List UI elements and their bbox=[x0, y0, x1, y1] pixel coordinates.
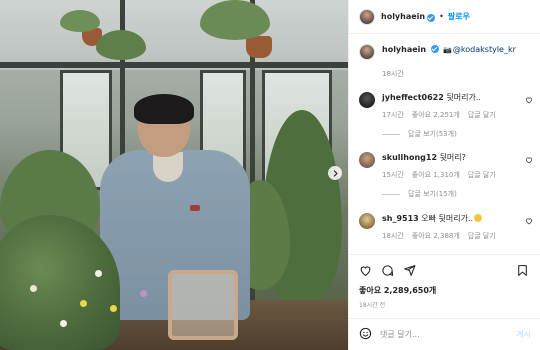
username-link[interactable]: holyhaein bbox=[381, 12, 425, 21]
flower bbox=[60, 320, 67, 327]
view-replies-button[interactable]: 답글 보기(15개) bbox=[382, 189, 535, 199]
heart-icon[interactable] bbox=[525, 96, 533, 104]
comment-username[interactable]: sh_9513 bbox=[382, 214, 419, 223]
post-comment-button[interactable]: 게시 bbox=[516, 329, 531, 340]
person-hair bbox=[134, 94, 194, 124]
flower bbox=[140, 290, 147, 297]
post-sidebar: holyhaein • 팔로우 holyhaein 📷@kodakstyle_k… bbox=[348, 0, 540, 350]
view-replies-button[interactable]: 답글 보기(53개) bbox=[382, 129, 535, 139]
hanging-plant bbox=[96, 30, 146, 60]
comment-item: sh_9513 오빠 뒷머리가.. 18시간 좋아요 2,388개 답글 달기 bbox=[359, 213, 535, 241]
smiley-icon bbox=[359, 327, 372, 340]
view-replies-label: 답글 보기(53개) bbox=[408, 130, 457, 138]
comment-likes[interactable]: 좋아요 2,388개 bbox=[412, 231, 460, 241]
chevron-right-icon bbox=[333, 169, 338, 177]
replies-divider bbox=[382, 193, 400, 195]
follow-button[interactable]: 팔로우 bbox=[448, 11, 470, 22]
avatar[interactable] bbox=[359, 152, 375, 168]
share-icon[interactable] bbox=[403, 264, 416, 277]
greenhouse-frame bbox=[0, 62, 348, 68]
emoji-icon bbox=[474, 214, 483, 222]
comment-input[interactable] bbox=[380, 330, 510, 339]
avatar[interactable] bbox=[359, 44, 375, 60]
caption-text: holyhaein 📷@kodakstyle_kr bbox=[382, 44, 516, 56]
comment-time: 18시간 bbox=[382, 232, 404, 240]
post-actions: 좋아요 2,289,650개 18시간 전 bbox=[349, 254, 540, 324]
heart-icon[interactable] bbox=[525, 156, 533, 164]
avatar[interactable] bbox=[359, 8, 375, 25]
avatar[interactable] bbox=[359, 213, 375, 229]
comment-item: jyheffect0622 뒷머리가.. 17시간 좋아요 2,251개 답글 … bbox=[359, 92, 535, 139]
replies-divider bbox=[382, 133, 400, 135]
caption-time: 18시간 bbox=[382, 70, 404, 78]
flower bbox=[110, 305, 117, 312]
like-heart-icon[interactable] bbox=[359, 264, 372, 277]
view-replies-label: 답글 보기(15개) bbox=[408, 190, 457, 198]
hanging-pot bbox=[246, 36, 272, 58]
caption-mention[interactable]: @kodakstyle_kr bbox=[453, 45, 516, 54]
reply-button[interactable]: 답글 달기 bbox=[468, 110, 496, 120]
avatar[interactable] bbox=[359, 92, 375, 108]
comment-text: 오빠 뒷머리가.. bbox=[421, 214, 474, 223]
flower bbox=[80, 300, 87, 307]
comment-likes[interactable]: 좋아요 2,251개 bbox=[412, 110, 460, 120]
caption-username[interactable]: holyhaein bbox=[382, 45, 426, 54]
bookmark-icon bbox=[518, 265, 527, 276]
posted-time: 18시간 전 bbox=[359, 302, 386, 309]
comment-text: 뒷머리? bbox=[439, 153, 466, 162]
greenhouse-roof bbox=[0, 0, 348, 70]
comment-username[interactable]: jyheffect0622 bbox=[382, 93, 444, 102]
likes-count[interactable]: 좋아요 2,289,650개 bbox=[359, 285, 436, 296]
flower bbox=[95, 270, 102, 277]
verified-icon bbox=[427, 13, 436, 22]
camera-icon: 📷 bbox=[443, 46, 452, 54]
basket bbox=[168, 270, 238, 340]
comment-form: 게시 bbox=[349, 318, 540, 350]
caption: holyhaein 📷@kodakstyle_kr 18시간 bbox=[359, 44, 535, 79]
reply-button[interactable]: 답글 달기 bbox=[468, 170, 496, 180]
next-photo-button[interactable] bbox=[328, 166, 342, 180]
comment-time: 17시간 bbox=[382, 111, 404, 119]
flower bbox=[30, 285, 37, 292]
hanging-plant bbox=[60, 10, 100, 32]
comment-text: 뒷머리가.. bbox=[446, 93, 481, 102]
comment-likes[interactable]: 좋아요 1,310개 bbox=[412, 170, 460, 180]
save-button[interactable] bbox=[516, 264, 529, 279]
post-header: holyhaein • 팔로우 bbox=[349, 0, 540, 34]
comment-username[interactable]: skullhong12 bbox=[382, 153, 437, 162]
verified-icon bbox=[430, 45, 439, 53]
emoji-picker-button[interactable] bbox=[359, 327, 372, 342]
jacket-logo bbox=[190, 205, 200, 211]
post-photo[interactable] bbox=[0, 0, 348, 350]
comment-item: skullhong12 뒷머리? 15시간 좋아요 1,310개 답글 달기 답… bbox=[359, 152, 535, 199]
heart-icon[interactable] bbox=[525, 217, 533, 225]
comment-time: 15시간 bbox=[382, 171, 404, 179]
comment-icon[interactable] bbox=[381, 264, 394, 277]
reply-button[interactable]: 답글 달기 bbox=[468, 231, 496, 241]
separator-dot: • bbox=[439, 12, 444, 21]
hanging-plant bbox=[200, 0, 270, 40]
